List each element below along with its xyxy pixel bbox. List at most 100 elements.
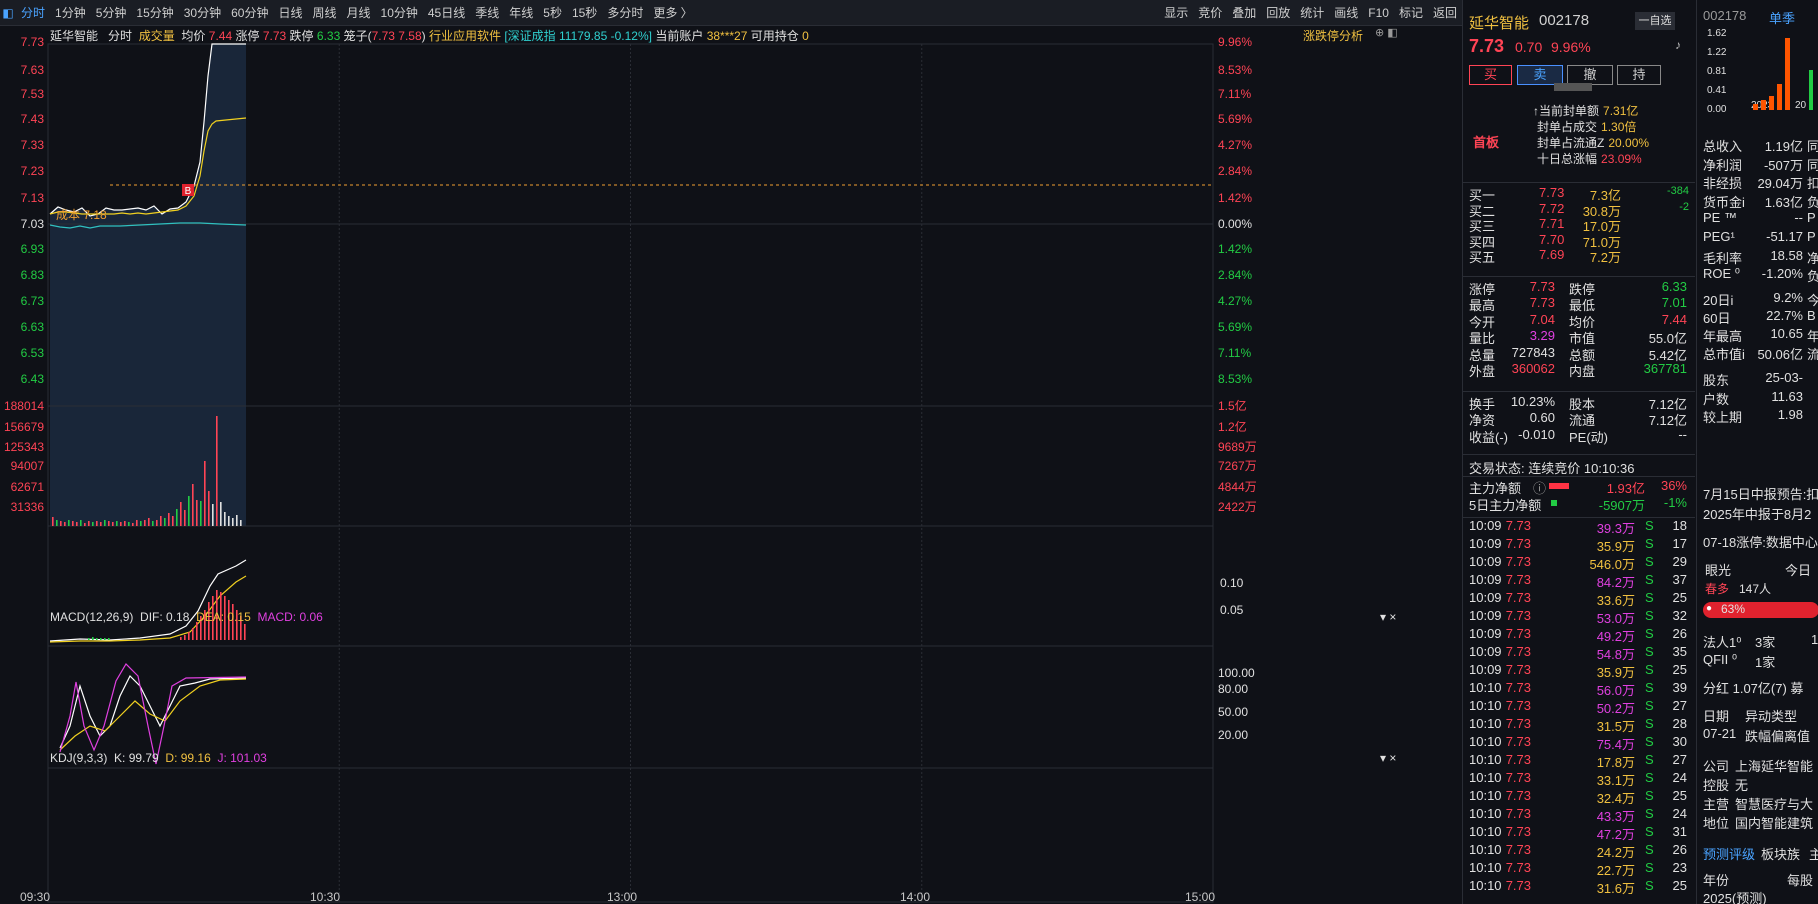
tick-cell: 37 (1672, 572, 1687, 587)
volume-label: 成交量 (138, 29, 175, 43)
panel-toggle-icon[interactable]: ⊕ ◧ (1375, 26, 1398, 39)
cancel-button[interactable]: 撤 (1567, 65, 1613, 85)
volume-bar (108, 521, 110, 526)
tick-cell: 7.73 (1505, 878, 1531, 893)
tab-0[interactable]: 分时 (16, 0, 50, 26)
fund-eps-header: 每股 (1787, 873, 1814, 888)
bell-icon[interactable]: ♪ (1675, 38, 1681, 52)
kdj-controls-icon[interactable]: ▾ × (1380, 751, 1396, 765)
tab-8[interactable]: 月线 (342, 0, 376, 26)
tick-row: 10:09 7.73 35.9万 S 17 (1463, 536, 1693, 554)
fund-row-value: 10.65 (1770, 326, 1803, 341)
tick-cell: 17.8万 (1596, 755, 1635, 770)
intraday-chart[interactable]: 7.73 7.63 7.53 7.43 7.33 7.23 7.13 7.03 6.93 6.83… (0, 26, 1462, 904)
tab-12[interactable]: 年线 (504, 0, 538, 26)
toolbar-right-7[interactable]: 标记 (1394, 0, 1428, 26)
toolbar-right-2[interactable]: 叠加 (1227, 0, 1261, 26)
tick-cell: 10:09 (1469, 590, 1502, 605)
tab-6[interactable]: 日线 (273, 0, 307, 26)
fund-today-label: 今日 (1785, 563, 1812, 578)
stat-label: 内盘 (1569, 364, 1596, 379)
toolbar-right-6[interactable]: F10 (1363, 0, 1394, 26)
toolbar-right-4[interactable]: 统计 (1295, 0, 1329, 26)
tab-3[interactable]: 15分钟 (131, 0, 178, 26)
fund-inst-value: 1家 (1755, 655, 1776, 670)
toolbar-right-0[interactable]: 显示 (1159, 0, 1193, 26)
chart-canvas[interactable]: 7.73 7.63 7.53 7.43 7.33 7.23 7.13 7.03 6.93 6.83… (0, 26, 1462, 904)
tick-cell: 7.73 (1505, 590, 1531, 605)
tick-cell: 7.73 (1505, 518, 1531, 533)
tick-cell: 10:09 (1469, 662, 1502, 677)
tab-2[interactable]: 5分钟 (91, 0, 132, 26)
collapse-handle[interactable] (1554, 83, 1592, 91)
sell-button[interactable]: 卖 (1517, 65, 1563, 85)
buy-button[interactable]: 买 (1469, 65, 1512, 85)
vol-tick: 94007 (11, 459, 45, 473)
stat-value: 367781 (1643, 361, 1687, 376)
tab-15[interactable]: 多分时 (602, 0, 648, 26)
fund-date-header: 日期 (1703, 709, 1730, 724)
tick-cell: 7.73 (1505, 716, 1531, 731)
kdj-title: KDJ(9,3,3) (50, 751, 108, 765)
tab-4[interactable]: 30分钟 (179, 0, 226, 26)
tab-13[interactable]: 5秒 (538, 0, 567, 26)
macd-controls-icon[interactable]: ▾ × (1380, 610, 1396, 624)
tick-cell: 26 (1672, 842, 1687, 857)
fund-tab-quarter[interactable]: 单季 (1769, 8, 1795, 27)
vol-tick: 156679 (4, 420, 44, 434)
stat-value: -0.010 (1518, 426, 1555, 442)
fund-bar-axis: 1.62 (1707, 28, 1727, 39)
fund-spring-label: 春多 (1705, 582, 1730, 596)
tab-14[interactable]: 15秒 (567, 0, 602, 26)
fund-tab-main[interactable]: 主 (1809, 844, 1818, 863)
limit-analysis-link[interactable]: 涨跌停分析 (1303, 27, 1363, 44)
fund-inst-label: QFII ⁰ (1703, 652, 1738, 667)
tab-9[interactable]: 10分钟 (376, 0, 423, 26)
time-tick: 10:30 (310, 890, 340, 904)
volume-bar (220, 502, 222, 526)
holding-value: 0 (802, 29, 809, 43)
tick-cell: 39 (1672, 680, 1687, 695)
tick-cell: 28 (1672, 716, 1687, 731)
macd-title: MACD(12,26,9) (50, 610, 134, 624)
toolbar-right-3[interactable]: 回放 (1261, 0, 1295, 26)
price-tick: 6.53 (21, 346, 45, 360)
seal-label: 封单占流通Z (1537, 136, 1605, 150)
hold-button[interactable]: 持 (1617, 65, 1661, 85)
volume-bar (192, 484, 194, 526)
tab-11[interactable]: 季线 (470, 0, 504, 26)
tick-cell: 31 (1672, 824, 1687, 839)
tab-10[interactable]: 45日线 (423, 0, 470, 26)
tick-cell: 10:10 (1469, 734, 1502, 749)
stat-value: 727843 (1511, 344, 1555, 360)
fund-tab-sector[interactable]: 板块族 (1761, 844, 1800, 863)
pct-tick: 5.69% (1218, 112, 1252, 126)
macd-value: MACD: 0.06 (257, 610, 323, 624)
fund-row-value: 18.58 (1770, 247, 1803, 263)
tick-cell: 10:10 (1469, 698, 1502, 713)
volume-bar (136, 520, 138, 526)
tick-list[interactable]: 10:09 7.73 39.3万 S 18 10:09 7.73 35.9万 S 17 10:09 7… (1463, 518, 1695, 904)
layout-icon[interactable]: ◧ (0, 0, 16, 26)
volume-bar (132, 523, 134, 526)
fund-row-label: 非经损 (1703, 176, 1743, 192)
fund-inst-label: 法人1⁰ (1703, 635, 1742, 650)
tab-7[interactable]: 周线 (307, 0, 341, 26)
fund-tab-forecast[interactable]: 预测评级 (1703, 844, 1755, 863)
toolbar-right-1[interactable]: 竞价 (1193, 0, 1227, 26)
tab-1[interactable]: 1分钟 (50, 0, 91, 26)
volume-bar (60, 521, 62, 526)
fund-notice-1: 7月15日中报预告:扣 (1703, 487, 1818, 502)
quote-change: 0.70 (1515, 39, 1543, 55)
quote-price: 7.73 (1469, 36, 1505, 56)
volume-bar (84, 523, 86, 526)
kdj-tick: 20.00 (1218, 728, 1248, 742)
tab-16[interactable]: 更多 〉 (648, 0, 697, 26)
toolbar-right-5[interactable]: 画线 (1329, 0, 1363, 26)
tick-cell: 25 (1672, 590, 1687, 605)
toolbar-right-8[interactable]: 返回 (1428, 0, 1462, 26)
tab-5[interactable]: 60分钟 (226, 0, 273, 26)
fund-row-suffix: P (1807, 210, 1816, 226)
stat-label: PE(动) (1569, 429, 1609, 445)
watchlist-button[interactable]: 一自选 (1635, 12, 1675, 30)
